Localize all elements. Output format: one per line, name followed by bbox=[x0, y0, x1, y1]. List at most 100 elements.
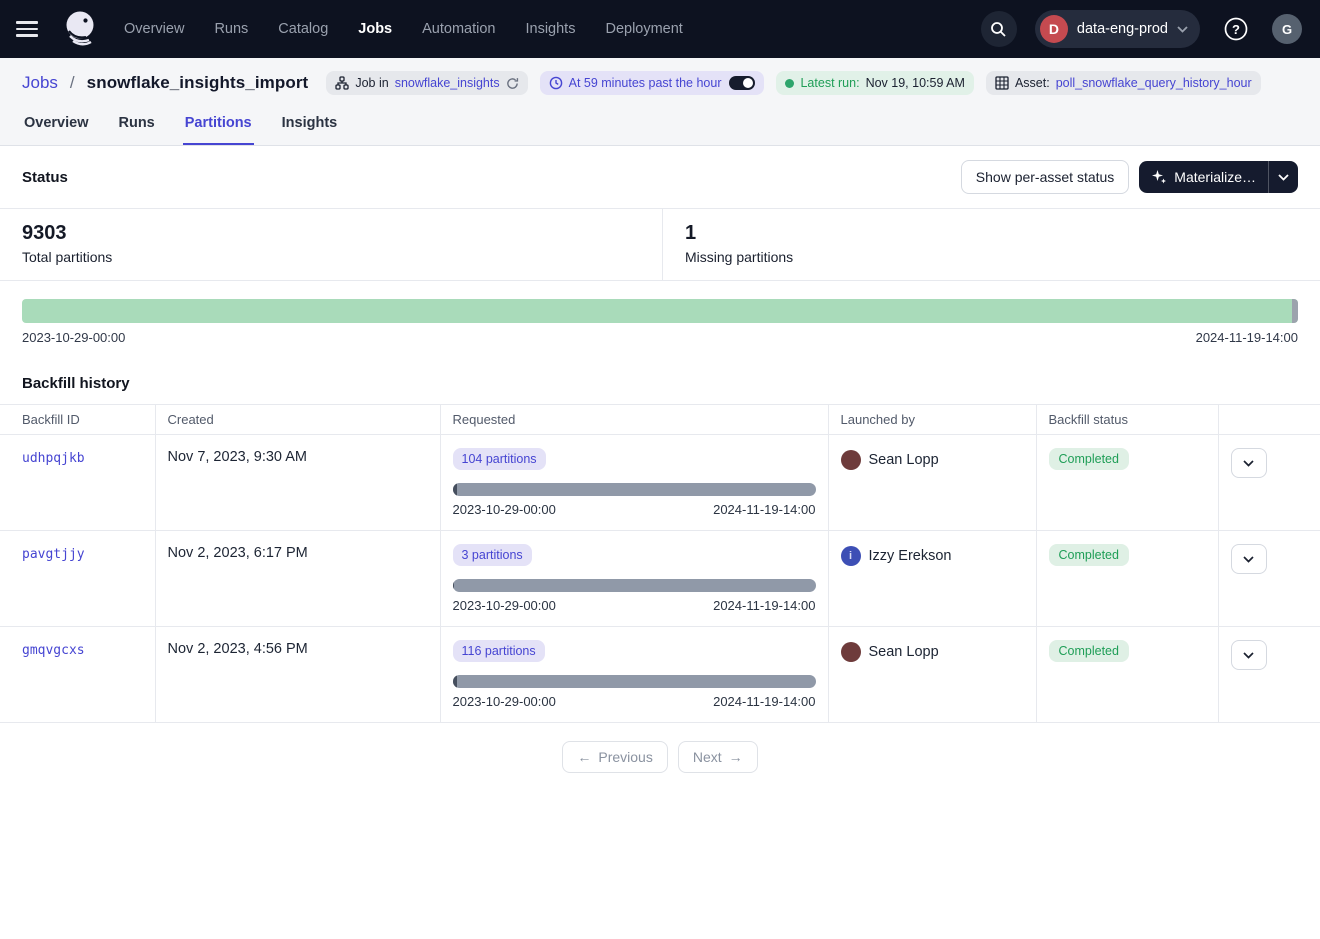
nav-item-jobs[interactable]: Jobs bbox=[358, 21, 392, 37]
backfill-history-heading: Backfill history bbox=[0, 355, 1320, 404]
page-title: snowflake_insights_import bbox=[87, 73, 309, 93]
requested-range-end: 2024-11-19-14:00 bbox=[713, 694, 815, 709]
requested-partitions-pill[interactable]: 116 partitions bbox=[453, 640, 545, 662]
previous-page-button[interactable]: ← Previous bbox=[562, 741, 667, 773]
materialize-button[interactable]: Materialize… bbox=[1139, 161, 1268, 193]
backfill-id-link[interactable]: gmqvgcxs bbox=[22, 643, 85, 658]
row-actions-button[interactable] bbox=[1231, 448, 1267, 478]
table-row: pavgtjjy Nov 2, 2023, 6:17 PM 3 partitio… bbox=[0, 531, 1320, 627]
missing-partitions-label: Missing partitions bbox=[685, 249, 793, 265]
requested-range-bar bbox=[453, 579, 816, 592]
col-created: Created bbox=[155, 405, 440, 435]
requested-partitions-pill[interactable]: 104 partitions bbox=[453, 448, 546, 470]
hamburger-menu-icon[interactable] bbox=[16, 15, 44, 43]
table-row: gmqvgcxs Nov 2, 2023, 4:56 PM 116 partit… bbox=[0, 627, 1320, 723]
help-button[interactable]: ? bbox=[1220, 13, 1252, 45]
help-icon: ? bbox=[1223, 16, 1249, 42]
dagster-logo-icon[interactable] bbox=[60, 7, 100, 51]
backfill-id-link[interactable]: pavgtjjy bbox=[22, 547, 85, 562]
job-location-badge: Job in snowflake_insights bbox=[326, 71, 527, 95]
schedule-toggle[interactable] bbox=[729, 76, 755, 90]
schedule-badge: At 59 minutes past the hour bbox=[540, 71, 765, 95]
clock-icon bbox=[549, 76, 563, 90]
show-per-asset-status-button[interactable]: Show per-asset status bbox=[961, 160, 1130, 194]
deployment-switcher[interactable]: D data-eng-prod bbox=[1035, 10, 1200, 48]
total-partitions-stat: 9303 Total partitions bbox=[0, 209, 663, 280]
main-nav-links: Overview Runs Catalog Jobs Automation In… bbox=[124, 21, 683, 37]
col-launched-by: Launched by bbox=[828, 405, 1036, 435]
breadcrumb: Jobs / snowflake_insights_import Job in … bbox=[0, 58, 1320, 105]
total-partitions-label: Total partitions bbox=[22, 249, 640, 265]
deployment-avatar: D bbox=[1040, 15, 1068, 43]
sparkle-icon bbox=[1151, 169, 1167, 185]
backfill-created: Nov 2, 2023, 4:56 PM bbox=[168, 641, 308, 657]
backfill-id-link[interactable]: udhpqjkb bbox=[22, 451, 85, 466]
col-requested: Requested bbox=[440, 405, 828, 435]
materialize-label: Materialize… bbox=[1174, 169, 1256, 185]
search-button[interactable] bbox=[981, 11, 1017, 47]
next-page-button[interactable]: Next → bbox=[678, 741, 758, 773]
breadcrumb-jobs-link[interactable]: Jobs bbox=[22, 73, 58, 93]
backfill-created: Nov 2, 2023, 6:17 PM bbox=[168, 545, 308, 561]
latest-run-badge: Latest run: Nov 19, 10:59 AM bbox=[776, 71, 973, 95]
col-backfill-status: Backfill status bbox=[1036, 405, 1218, 435]
job-location-link[interactable]: snowflake_insights bbox=[395, 76, 500, 90]
user-avatar bbox=[841, 450, 861, 470]
nav-item-insights[interactable]: Insights bbox=[525, 21, 575, 37]
backfill-status-badge: Completed bbox=[1049, 544, 1129, 566]
asset-grid-icon bbox=[995, 76, 1009, 90]
backfill-created: Nov 7, 2023, 9:30 AM bbox=[168, 449, 307, 465]
deployment-name: data-eng-prod bbox=[1077, 21, 1168, 37]
nav-item-automation[interactable]: Automation bbox=[422, 21, 495, 37]
svg-text:?: ? bbox=[1232, 22, 1240, 37]
latest-run-label: Latest run: bbox=[800, 76, 859, 90]
total-partitions-value: 9303 bbox=[22, 222, 640, 245]
arrow-left-icon: ← bbox=[577, 749, 591, 765]
tab-runs[interactable]: Runs bbox=[117, 105, 157, 145]
row-actions-button[interactable] bbox=[1231, 640, 1267, 670]
status-heading: Status bbox=[22, 169, 68, 186]
page-header-band: Jobs / snowflake_insights_import Job in … bbox=[0, 58, 1320, 146]
asset-badge: Asset: poll_snowflake_query_history_hour bbox=[986, 71, 1261, 95]
row-actions-button[interactable] bbox=[1231, 544, 1267, 574]
tab-overview[interactable]: Overview bbox=[22, 105, 91, 145]
requested-range-end: 2024-11-19-14:00 bbox=[713, 598, 815, 613]
user-avatar[interactable]: G bbox=[1272, 14, 1302, 44]
requested-range-start: 2023-10-29-00:00 bbox=[453, 502, 556, 517]
materialize-dropdown-button[interactable] bbox=[1268, 161, 1298, 193]
nav-item-catalog[interactable]: Catalog bbox=[278, 21, 328, 37]
chevron-down-icon bbox=[1177, 26, 1188, 33]
requested-partitions-pill[interactable]: 3 partitions bbox=[453, 544, 532, 566]
refresh-icon[interactable] bbox=[506, 77, 519, 90]
backfill-status-badge: Completed bbox=[1049, 640, 1129, 662]
status-header-row: Status Show per-asset status Materialize… bbox=[0, 146, 1320, 208]
missing-partition-segment bbox=[1292, 299, 1298, 323]
job-tabs: Overview Runs Partitions Insights bbox=[0, 105, 1320, 145]
partition-status-bar[interactable] bbox=[22, 299, 1298, 323]
arrow-right-icon: → bbox=[729, 749, 743, 765]
nav-item-runs[interactable]: Runs bbox=[214, 21, 248, 37]
partition-health-block: 2023-10-29-00:00 2024-11-19-14:00 bbox=[0, 281, 1320, 355]
table-header-row: Backfill ID Created Requested Launched b… bbox=[0, 405, 1320, 435]
partition-range-end: 2024-11-19-14:00 bbox=[1196, 330, 1298, 345]
run-status-dot-icon bbox=[785, 79, 794, 88]
nav-item-deployment[interactable]: Deployment bbox=[605, 21, 682, 37]
partition-range-start: 2023-10-29-00:00 bbox=[22, 330, 125, 345]
requested-range-bar bbox=[453, 675, 816, 688]
schedule-text: At 59 minutes past the hour bbox=[569, 76, 722, 90]
pagination: ← Previous Next → bbox=[0, 723, 1320, 791]
missing-partitions-stat: 1 Missing partitions bbox=[663, 209, 815, 280]
requested-range-start: 2023-10-29-00:00 bbox=[453, 598, 556, 613]
tab-insights[interactable]: Insights bbox=[280, 105, 340, 145]
nav-item-overview[interactable]: Overview bbox=[124, 21, 184, 37]
search-icon bbox=[990, 21, 1007, 38]
tab-partitions[interactable]: Partitions bbox=[183, 105, 254, 145]
backfill-history-table: Backfill ID Created Requested Launched b… bbox=[0, 404, 1320, 723]
job-graph-icon bbox=[335, 76, 349, 90]
user-avatar: i bbox=[841, 546, 861, 566]
latest-run-value[interactable]: Nov 19, 10:59 AM bbox=[866, 76, 965, 90]
materialize-split-button: Materialize… bbox=[1139, 161, 1298, 193]
asset-link[interactable]: poll_snowflake_query_history_hour bbox=[1056, 76, 1252, 90]
partition-stats: 9303 Total partitions 1 Missing partitio… bbox=[0, 208, 1320, 281]
asset-label: Asset: bbox=[1015, 76, 1050, 90]
